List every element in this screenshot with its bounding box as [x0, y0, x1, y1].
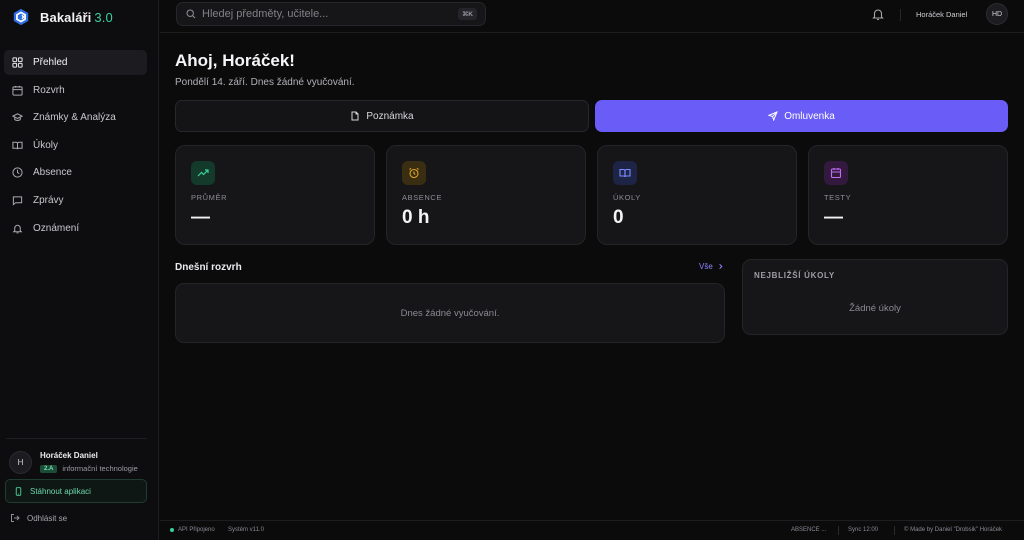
- search-input[interactable]: [202, 8, 485, 20]
- sidebar-item-label: Známky & Analýza: [33, 112, 116, 124]
- topbar: ⌘K Horáček Daniel HD: [160, 0, 1024, 33]
- message-icon: [12, 196, 23, 206]
- stat-icon-box: [402, 161, 426, 185]
- footer-divider: [894, 526, 895, 535]
- topbar-divider: [900, 9, 901, 21]
- logout-icon: [11, 514, 20, 522]
- made-by-credit: © Made by Daniel "Drobsik" Horáček: [904, 527, 1003, 533]
- sidebar-item-label: Absence: [33, 167, 72, 179]
- profile-name: Horáček Daniel: [40, 451, 98, 460]
- book-open-icon: [619, 168, 631, 178]
- search-shortcut-badge: ⌘K: [458, 8, 477, 20]
- logout-button[interactable]: Odhlásit se: [10, 513, 67, 523]
- stat-card-ukoly[interactable]: ÚKOLY 0: [597, 145, 797, 245]
- tasks-empty-text: Žádné úkoly: [849, 303, 901, 314]
- graduation-cap-icon: [12, 113, 23, 122]
- stat-value: —: [824, 207, 843, 228]
- alarm-clock-icon: [409, 167, 419, 179]
- app-version: 3.0: [94, 9, 113, 25]
- app-title: Bakaláři 3.0: [40, 9, 113, 25]
- sidebar-nav: Přehled Rozvrh Známky & Analýza Úkoly Ab…: [4, 50, 147, 243]
- stat-label: PRŮMĚR: [191, 193, 228, 202]
- note-button-label: Poznámka: [366, 110, 414, 122]
- stat-label: ÚKOLY: [613, 193, 641, 202]
- footer-absence-status: ABSENCE ...: [791, 527, 827, 533]
- sidebar-item-znamky[interactable]: Známky & Analýza: [4, 105, 147, 130]
- logout-label: Odhlásit se: [27, 513, 68, 523]
- sidebar-divider: [6, 438, 147, 439]
- phone-icon: [15, 486, 22, 496]
- status-footer: API Připojeno Systém v11.0 ABSENCE ... S…: [160, 520, 1024, 540]
- avatar: H: [9, 451, 32, 474]
- schedule-empty-text: Dnes žádné vyučování.: [400, 307, 500, 319]
- bell-icon: [12, 224, 23, 233]
- stat-value: 0: [613, 207, 624, 228]
- footer-divider: [838, 526, 839, 535]
- stat-icon-box: [613, 161, 637, 185]
- api-status: API Připojeno: [170, 527, 215, 533]
- stat-card-prumer[interactable]: PRŮMĚR —: [175, 145, 375, 245]
- calendar-icon: [12, 85, 23, 96]
- download-app-button[interactable]: Stáhnout aplikaci: [5, 479, 147, 503]
- stat-value: —: [191, 207, 210, 228]
- trending-up-icon: [197, 169, 209, 177]
- stat-label: TESTY: [824, 193, 852, 202]
- file-icon: [351, 111, 359, 121]
- schedule-empty-state: Dnes žádné vyučování.: [175, 283, 725, 343]
- main-content: Ahoj, Horáček! Pondělí 14. září. Dnes žá…: [160, 34, 1024, 520]
- sidebar-item-label: Přehled: [33, 57, 68, 68]
- sidebar-item-absence[interactable]: Absence: [4, 160, 147, 185]
- profile-program: informační technologie: [62, 464, 138, 473]
- sidebar-item-ukoly[interactable]: Úkoly: [4, 133, 147, 158]
- sidebar-item-label: Úkoly: [33, 139, 59, 151]
- calendar-icon: [830, 168, 842, 179]
- excuse-button[interactable]: Omluvenka: [595, 100, 1008, 132]
- chevron-right-icon: [719, 263, 723, 270]
- schedule-title: Dnešní rozvrh: [175, 262, 242, 273]
- stat-value: 0 h: [402, 207, 430, 228]
- sidebar-item-label: Oznámení: [33, 222, 80, 234]
- notifications-bell-icon[interactable]: [871, 7, 885, 21]
- stat-card-absence[interactable]: ABSENCE 0 h: [386, 145, 586, 245]
- sidebar-item-prehled[interactable]: Přehled: [4, 50, 147, 75]
- sidebar-item-oznameni[interactable]: Oznámení: [4, 216, 147, 241]
- note-button[interactable]: Poznámka: [175, 100, 589, 132]
- download-app-label: Stáhnout aplikaci: [30, 486, 91, 496]
- stat-icon-box: [191, 161, 215, 185]
- stat-card-testy[interactable]: TESTY —: [808, 145, 1008, 245]
- user-avatar[interactable]: HD: [986, 3, 1008, 25]
- schedule-all-link[interactable]: Vše: [699, 262, 724, 271]
- upcoming-tasks-panel: NEJBLIŽŠÍ ÚKOLY Žádné úkoly: [742, 259, 1008, 335]
- tasks-title: NEJBLIŽŠÍ ÚKOLY: [754, 271, 835, 280]
- sidebar-item-zpravy[interactable]: Zprávy: [4, 188, 147, 213]
- stat-label: ABSENCE: [402, 193, 443, 202]
- page-title: Ahoj, Horáček!: [175, 51, 295, 70]
- search-icon: [186, 9, 196, 19]
- topbar-user-name[interactable]: Horáček Daniel: [916, 10, 967, 19]
- clock-icon: [12, 167, 23, 178]
- stat-icon-box: [824, 161, 848, 185]
- sync-status: Sync 12:00: [848, 527, 879, 533]
- system-version: Systém v11.0: [228, 527, 264, 533]
- grid-icon: [12, 57, 23, 68]
- search-box[interactable]: ⌘K: [176, 2, 486, 26]
- api-status-text: API Připojeno: [178, 527, 215, 533]
- book-open-icon: [12, 141, 23, 149]
- app-logo[interactable]: Bakaláři 3.0: [12, 8, 113, 26]
- sidebar: Bakaláři 3.0 Přehled Rozvrh Známky & Anal…: [0, 0, 159, 540]
- excuse-button-label: Omluvenka: [784, 110, 835, 122]
- bakalari-logo-icon: [13, 8, 29, 26]
- sidebar-item-rozvrh[interactable]: Rozvrh: [4, 78, 147, 103]
- send-icon: [768, 111, 779, 121]
- user-profile[interactable]: H Horáček Daniel 2.A informační technolo…: [9, 449, 138, 474]
- all-link-label: Vše: [699, 262, 713, 271]
- date-subtitle: Pondělí 14. září. Dnes žádné vyučování.: [175, 77, 355, 88]
- sidebar-item-label: Zprávy: [33, 194, 64, 206]
- class-badge: 2.A: [40, 464, 58, 473]
- status-dot-icon: [170, 528, 174, 532]
- sidebar-item-label: Rozvrh: [33, 84, 65, 96]
